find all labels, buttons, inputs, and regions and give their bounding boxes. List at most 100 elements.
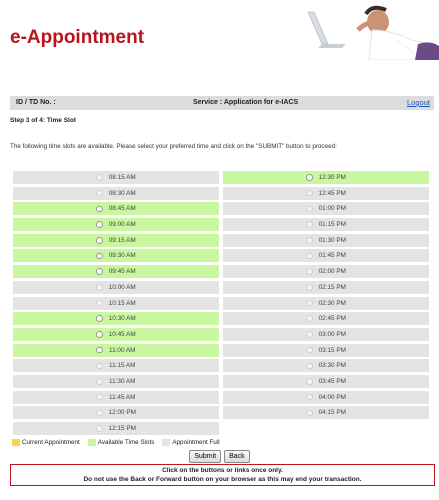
time-slot: 12:15 PM bbox=[13, 422, 219, 435]
slot-column-right: 12:30 PM 12:45 PM 01:00 PM 01:15 PM 01:30 PM… bbox=[223, 171, 429, 422]
id-label: ID / TD No. : bbox=[16, 99, 56, 106]
time-slot: 02:15 PM bbox=[223, 280, 429, 294]
time-slot: 02:45 PM bbox=[223, 312, 429, 326]
time-slot-label: 11:30 AM bbox=[108, 377, 136, 385]
time-slot: 10:15 AM bbox=[13, 296, 219, 310]
time-slot-label: 04:15 PM bbox=[318, 409, 346, 417]
back-button[interactable]: Back bbox=[224, 450, 250, 463]
time-slot-label: 11:00 AM bbox=[108, 346, 136, 354]
time-slot-label: 10:00 AM bbox=[108, 283, 136, 291]
time-slot-label: 12:00 PM bbox=[108, 409, 136, 417]
time-slot-radio bbox=[306, 299, 313, 307]
time-slot-radio bbox=[306, 378, 313, 385]
time-slot[interactable]: 11:00 AM bbox=[13, 343, 219, 357]
time-slot-label: 03:30 PM bbox=[318, 362, 346, 370]
legend-available-swatch bbox=[87, 439, 96, 446]
time-slot-label: 09:30 AM bbox=[108, 252, 136, 260]
time-slot-label: 03:00 PM bbox=[318, 330, 346, 338]
time-slot[interactable]: 09:00 AM bbox=[13, 218, 219, 232]
legend-current-swatch bbox=[12, 439, 20, 446]
time-slot-label: 01:45 PM bbox=[318, 252, 346, 260]
time-slot[interactable]: 12:30 PM bbox=[223, 171, 429, 184]
time-slot-radio[interactable] bbox=[96, 331, 103, 338]
time-slot-radio bbox=[306, 252, 313, 260]
time-slot[interactable]: 09:45 AM bbox=[13, 265, 219, 279]
time-slot[interactable]: 09:15 AM bbox=[13, 233, 219, 247]
time-slot-label: 10:15 AM bbox=[108, 299, 136, 307]
time-slot-label: 12:30 PM bbox=[318, 174, 346, 181]
time-slot: 04:15 PM bbox=[223, 406, 429, 420]
time-slot: 03:15 PM bbox=[223, 343, 429, 357]
time-slot-label: 02:45 PM bbox=[318, 315, 346, 323]
time-slot-label: 08:30 AM bbox=[108, 189, 136, 197]
time-slot-label: 09:00 AM bbox=[108, 221, 136, 229]
logout-link[interactable]: Logout bbox=[407, 98, 430, 107]
time-slot-radio bbox=[306, 409, 313, 417]
instructions-text: The following time slots are available. … bbox=[10, 143, 337, 150]
time-slot-label: 12:45 PM bbox=[318, 189, 346, 197]
time-slot-radio bbox=[306, 331, 313, 338]
time-slot-radio bbox=[96, 425, 103, 432]
legend-current-label: Current Appointment bbox=[22, 439, 80, 446]
time-slot-radio bbox=[306, 362, 313, 369]
time-slot: 03:00 PM bbox=[223, 327, 429, 341]
time-slot-radio[interactable] bbox=[96, 268, 103, 275]
time-slot-label: 02:00 PM bbox=[318, 268, 346, 276]
info-bar: ID / TD No. : Service : Application for … bbox=[10, 96, 434, 110]
time-slot-label: 11:15 AM bbox=[108, 362, 136, 370]
time-slot[interactable]: 10:45 AM bbox=[13, 327, 219, 341]
time-slot-radio bbox=[306, 346, 313, 354]
time-slot-radio bbox=[96, 409, 103, 417]
time-slot-label: 09:45 AM bbox=[108, 268, 136, 276]
time-slot-radio bbox=[306, 393, 313, 401]
time-slot-radio[interactable] bbox=[96, 221, 103, 228]
time-slot-radio[interactable] bbox=[306, 174, 313, 181]
time-slot-label: 12:15 PM bbox=[108, 425, 136, 432]
button-bar: Submit Back bbox=[0, 450, 439, 463]
time-slot: 01:30 PM bbox=[223, 233, 429, 247]
time-slot-radio[interactable] bbox=[96, 205, 103, 213]
time-slot[interactable]: 08:45 AM bbox=[13, 202, 219, 216]
time-slot[interactable]: 10:30 AM bbox=[13, 312, 219, 326]
time-slot-radio bbox=[306, 284, 313, 291]
time-slot: 11:30 AM bbox=[13, 374, 219, 388]
time-slot-radio bbox=[96, 189, 103, 197]
time-slot-label: 08:45 AM bbox=[108, 205, 136, 213]
legend-available: Available Time Slots bbox=[87, 439, 155, 446]
time-slot[interactable]: 09:30 AM bbox=[13, 249, 219, 263]
time-slot: 01:15 PM bbox=[223, 218, 429, 232]
warning-box: Click on the buttons or links once only.… bbox=[10, 464, 435, 486]
time-slot-radio[interactable] bbox=[96, 315, 103, 322]
time-slot-radio bbox=[306, 315, 313, 322]
time-slot-radio bbox=[96, 362, 103, 369]
time-slot: 11:45 AM bbox=[13, 390, 219, 404]
time-slot: 08:15 AM bbox=[13, 171, 219, 184]
header: e-Appointment bbox=[0, 0, 439, 90]
time-slot-label: 11:45 AM bbox=[108, 393, 136, 401]
time-slot: 03:30 PM bbox=[223, 359, 429, 373]
time-slot: 02:00 PM bbox=[223, 265, 429, 279]
time-slot-radio[interactable] bbox=[96, 237, 103, 244]
time-slot: 01:45 PM bbox=[223, 249, 429, 263]
time-slot-label: 02:15 PM bbox=[318, 283, 346, 291]
time-slot-radio bbox=[96, 284, 103, 291]
time-slot-radio[interactable] bbox=[96, 346, 103, 354]
time-slot: 03:45 PM bbox=[223, 374, 429, 388]
time-slot-radio bbox=[306, 205, 313, 213]
time-slot-radio bbox=[96, 393, 103, 401]
warning-line-2: Do not use the Back or Forward button on… bbox=[83, 475, 362, 483]
time-slot-label: 01:30 PM bbox=[318, 236, 346, 244]
time-slot: 01:00 PM bbox=[223, 202, 429, 216]
time-slot-radio[interactable] bbox=[96, 252, 103, 260]
time-slot-label: 04:00 PM bbox=[318, 393, 346, 401]
submit-button[interactable]: Submit bbox=[189, 450, 222, 463]
legend-available-label: Available Time Slots bbox=[97, 439, 155, 446]
time-slot: 12:45 PM bbox=[223, 186, 429, 200]
time-slot-radio bbox=[306, 189, 313, 197]
slot-column-left: 08:15 AM 08:30 AM 08:45 AM 09:00 AM 09:15 AM… bbox=[13, 171, 219, 438]
legend-full-swatch bbox=[162, 439, 171, 446]
time-slot-radio bbox=[306, 221, 313, 228]
time-slot-radio bbox=[306, 237, 313, 244]
time-slot-radio bbox=[96, 378, 103, 385]
legend: Current Appointment Available Time Slots… bbox=[12, 439, 228, 446]
